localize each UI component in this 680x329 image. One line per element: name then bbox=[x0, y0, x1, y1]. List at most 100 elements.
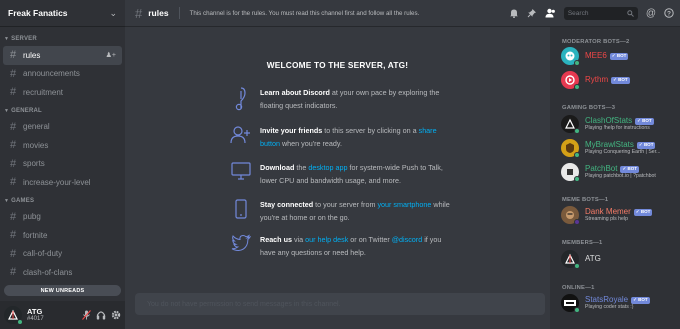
hash-icon: # bbox=[9, 176, 17, 189]
message-input-placeholder: You do not have permission to send messa… bbox=[147, 300, 341, 308]
member-row: Rythm ✓ BOT bbox=[585, 75, 630, 84]
feature-invite-title: Invite your friends bbox=[260, 126, 323, 135]
member-info: MyBrawlStats ✓ BOT Playing Conquering Ea… bbox=[585, 140, 660, 155]
avatar[interactable] bbox=[4, 306, 23, 325]
feature-learn-title: Learn about Discord bbox=[260, 88, 330, 97]
bot-badge: ✓ BOT bbox=[636, 141, 656, 149]
online-status-icon bbox=[574, 152, 580, 158]
avatar bbox=[561, 115, 580, 134]
feature-invite-body-end: when you're ready. bbox=[279, 138, 342, 148]
desktop-icon bbox=[230, 162, 252, 187]
channel-label: increase-your-level bbox=[23, 177, 91, 187]
online-status-icon bbox=[574, 307, 580, 313]
online-status-icon bbox=[574, 128, 580, 134]
feature-learn: Learn about Discord at your own pace by … bbox=[230, 87, 455, 113]
avatar bbox=[561, 206, 580, 225]
feature-download-body: the bbox=[294, 163, 309, 172]
member-statsroyale[interactable]: StatsRoyale ✓ BOT Playing coder stats :) bbox=[561, 294, 650, 313]
channel-pubg[interactable]: # pubg bbox=[3, 208, 122, 227]
member-mybrawlstats[interactable]: MyBrawlStats ✓ BOT Playing Conquering Ea… bbox=[561, 139, 660, 158]
channel-label: rules bbox=[23, 50, 41, 60]
member-list-icon[interactable] bbox=[545, 8, 556, 18]
channel-label: general bbox=[23, 122, 50, 132]
channel-increase-your-level[interactable]: # increase-your-level bbox=[3, 173, 122, 192]
search-icon bbox=[627, 9, 634, 17]
channel-clash-of-clans[interactable]: # clash-of-clans bbox=[3, 263, 122, 282]
feature-invite: Invite your friends to this server by cl… bbox=[230, 125, 455, 150]
mentions-icon[interactable]: @ bbox=[646, 8, 656, 19]
invite-icon[interactable]: ♟+ bbox=[106, 51, 116, 59]
bot-badge: ✓ BOT bbox=[620, 165, 639, 173]
bell-icon[interactable] bbox=[509, 8, 519, 18]
search-input[interactable]: Search bbox=[563, 6, 638, 20]
member-activity: Playing Conquering Earth | Ser... bbox=[585, 148, 661, 155]
mute-microphone-icon[interactable] bbox=[82, 310, 91, 320]
message-input[interactable]: You do not have permission to send messa… bbox=[135, 293, 545, 315]
bot-badge: ✓ BOT bbox=[609, 52, 629, 60]
channel-announcements[interactable]: # announcements bbox=[3, 65, 122, 84]
hash-icon: # bbox=[9, 120, 17, 133]
channel-rules[interactable]: # rules ♟+ bbox=[3, 46, 122, 65]
member-dankmemer[interactable]: Dank Memer ✓ BOT Streaming pls help bbox=[561, 206, 653, 225]
server-name: Freak Fanatics bbox=[8, 8, 68, 18]
member-info: Rythm ✓ BOT bbox=[585, 75, 630, 84]
smartphone-link[interactable]: your smartphone bbox=[377, 200, 431, 209]
feature-invite-body: to this server by clicking on a bbox=[322, 126, 419, 135]
channel-topic[interactable]: This channel is for the rules. You must … bbox=[190, 10, 420, 17]
online-status-icon bbox=[574, 263, 580, 269]
feature-help-text: Reach us via our help desk or on Twitter… bbox=[260, 234, 455, 259]
channel-recruitment[interactable]: # recruitment bbox=[3, 83, 122, 102]
pin-icon[interactable] bbox=[527, 8, 537, 18]
member-atg[interactable]: ATG bbox=[561, 250, 601, 269]
help-icon[interactable]: ? bbox=[664, 8, 674, 18]
caret-down-icon: ▼ bbox=[4, 36, 10, 42]
feature-download: Download the desktop app for system-wide… bbox=[230, 162, 455, 187]
online-status-icon bbox=[574, 60, 580, 66]
role-header-meme-bots: MEME BOTS—1 bbox=[562, 197, 609, 203]
avatar bbox=[561, 71, 580, 90]
bot-badge-label: BOT bbox=[618, 77, 628, 83]
channel-call-of-duty[interactable]: # call-of-duty bbox=[3, 245, 122, 264]
member-name: Rythm bbox=[585, 75, 609, 85]
new-unreads-button[interactable]: NEW UNREADS bbox=[4, 285, 121, 296]
chevron-down-icon[interactable]: ⌄ bbox=[109, 8, 117, 19]
twitter-handle-link[interactable]: @discord bbox=[392, 235, 422, 244]
desktop-app-link[interactable]: desktop app bbox=[308, 163, 347, 172]
bot-badge-label: BOT bbox=[643, 142, 654, 148]
channel-sports[interactable]: # sports bbox=[3, 155, 122, 174]
channel-fortnite[interactable]: # fortnite bbox=[3, 226, 122, 245]
hash-icon: # bbox=[9, 67, 17, 80]
member-patchbot[interactable]: PatchBot ✓ BOT Playing patchbot.io | ?pa… bbox=[561, 163, 656, 182]
headphones-icon[interactable] bbox=[96, 310, 106, 320]
hash-icon: # bbox=[9, 49, 17, 62]
feature-help-body: via bbox=[291, 235, 306, 244]
member-activity: Streaming pls help bbox=[585, 215, 628, 222]
header-toolbar: Search @ ? bbox=[509, 0, 674, 26]
category-games[interactable]: ▼ GAMES bbox=[0, 192, 125, 208]
add-friend-icon bbox=[230, 125, 252, 150]
channel-general[interactable]: # general bbox=[3, 118, 122, 137]
settings-gear-icon[interactable] bbox=[111, 310, 121, 320]
bot-badge-label: BOT bbox=[642, 118, 652, 124]
category-server[interactable]: ▼ SERVER bbox=[0, 30, 125, 46]
bot-badge-label: BOT bbox=[627, 166, 638, 172]
feature-mobile-body: to your server from bbox=[313, 200, 378, 209]
feature-mobile: Stay connected to your server from your … bbox=[230, 199, 455, 224]
member-info: Dank Memer ✓ BOT Streaming pls help bbox=[585, 207, 653, 222]
user-info[interactable]: ATG #4017 bbox=[27, 307, 44, 323]
avatar bbox=[561, 139, 580, 158]
category-general[interactable]: ▼ GENERAL bbox=[0, 102, 125, 118]
server-header[interactable]: Freak Fanatics ⌄ bbox=[0, 0, 125, 27]
member-info: ClashOfStats ✓ BOT Playing !help for ins… bbox=[585, 116, 654, 131]
help-desk-link[interactable]: our help desk bbox=[305, 235, 348, 244]
member-clashofstats[interactable]: ClashOfStats ✓ BOT Playing !help for ins… bbox=[561, 115, 654, 134]
member-info: MEE6 ✓ BOT bbox=[585, 51, 629, 60]
online-status-icon bbox=[574, 176, 580, 182]
channel-movies[interactable]: # movies bbox=[3, 136, 122, 155]
member-mee6[interactable]: MEE6 ✓ BOT bbox=[561, 47, 629, 66]
category-label: GENERAL bbox=[11, 107, 42, 114]
bot-badge: ✓ BOT bbox=[633, 208, 653, 216]
bot-badge: ✓ BOT bbox=[635, 117, 654, 125]
member-rythm[interactable]: Rythm ✓ BOT bbox=[561, 71, 630, 90]
hash-icon: # bbox=[9, 210, 17, 223]
